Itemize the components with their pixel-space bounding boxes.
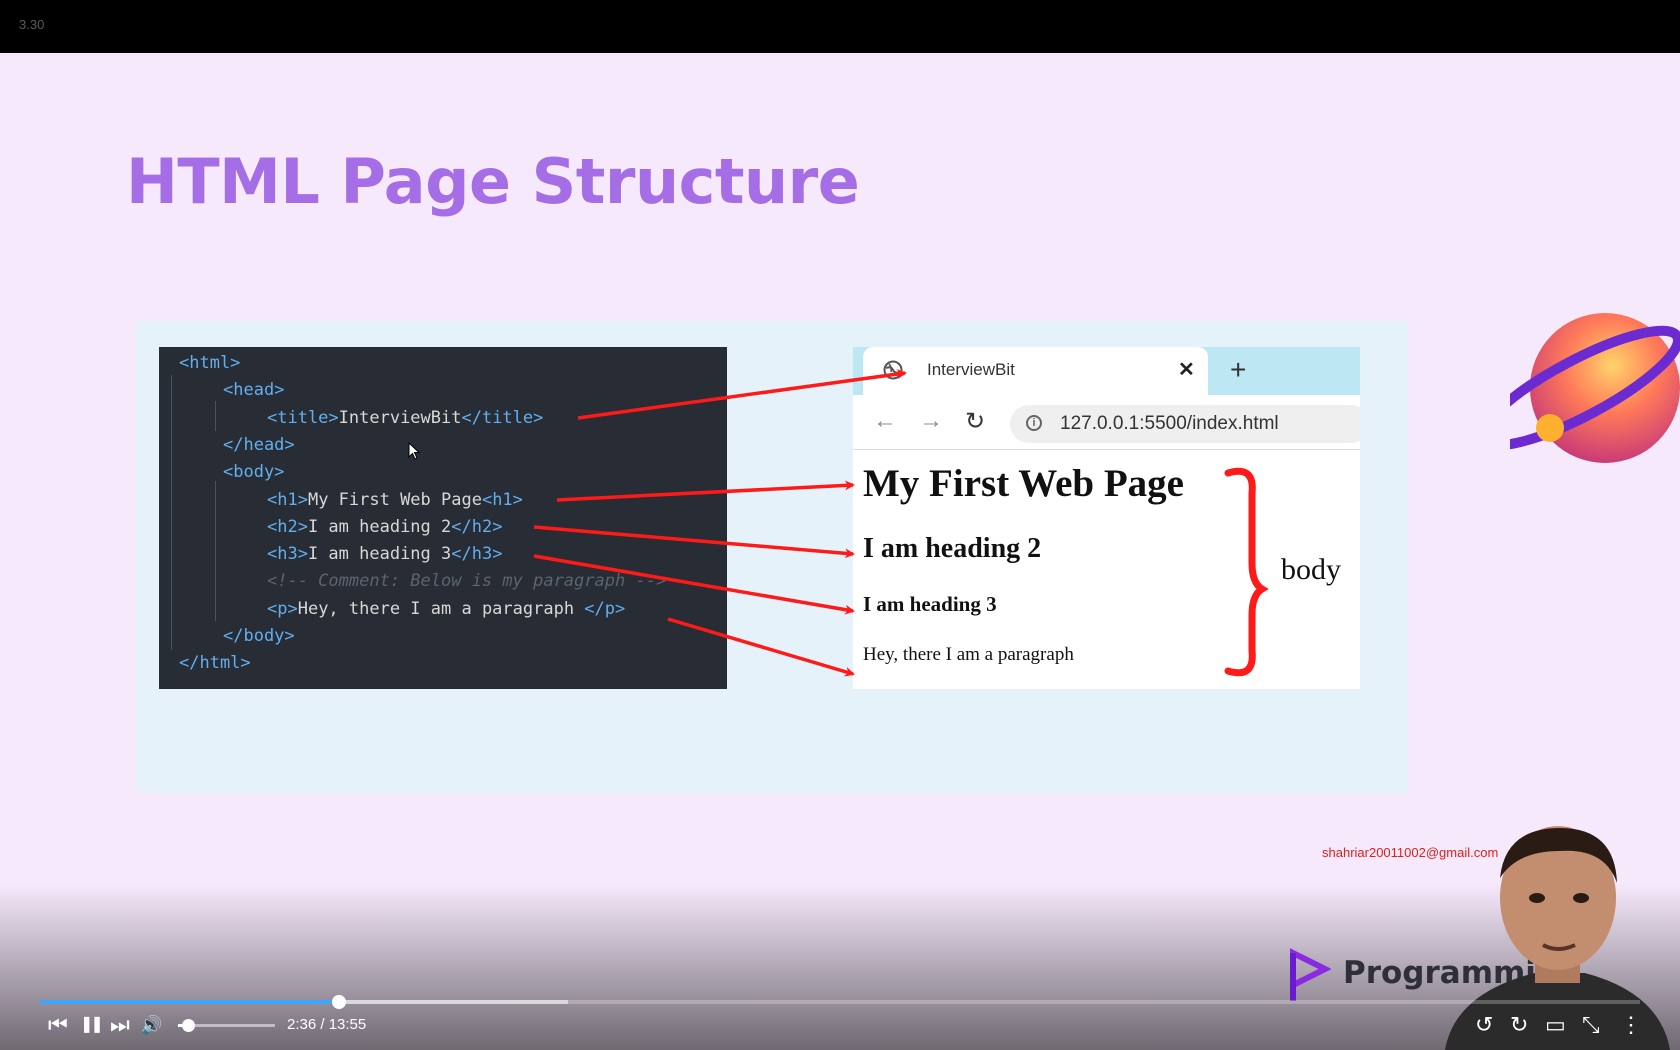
arrow-paragraph (667, 617, 855, 677)
time-display: 2:36 / 13:55 (287, 1016, 367, 1033)
version-label: 3.30 (19, 17, 45, 32)
arrow-h1 (556, 480, 855, 502)
arrow-title (577, 369, 907, 420)
top-bar: 3.30 (0, 0, 1680, 53)
volume-slider[interactable] (178, 1019, 275, 1032)
planet-illustration (1510, 313, 1680, 463)
pause-icon[interactable]: ❚❚ (80, 1014, 104, 1036)
player-controls: ⏮ ❚❚ ⏭ 🔊 2:36 / 13:55 ↺ ↻ ▭ ⤡ ⋮ (0, 990, 1680, 1050)
volume-knob[interactable] (181, 1019, 195, 1032)
more-options-icon[interactable]: ⋮ (1620, 1014, 1642, 1036)
forward-10-icon[interactable]: ↻ (1510, 1014, 1528, 1036)
theater-mode-icon[interactable]: ▭ (1545, 1014, 1566, 1036)
exit-fullscreen-icon[interactable]: ⤡ (1582, 1014, 1600, 1036)
rewind-10-icon[interactable]: ↺ (1475, 1014, 1493, 1036)
played-fill (40, 1000, 340, 1004)
arrow-h3 (533, 554, 855, 615)
volume-icon[interactable]: 🔊 (140, 1014, 162, 1036)
previous-icon[interactable]: ⏮ (48, 1014, 68, 1036)
arrow-h2 (533, 525, 855, 559)
scrubber-handle[interactable] (332, 995, 347, 1009)
mouse-cursor-icon (408, 442, 420, 460)
video-frame[interactable]: HTML Page Structure <html> <head> <title>I… (0, 53, 1680, 1050)
progress-bar[interactable] (40, 995, 1640, 1009)
next-icon[interactable]: ⏭ (110, 1014, 130, 1036)
body-brace (1224, 467, 1269, 677)
